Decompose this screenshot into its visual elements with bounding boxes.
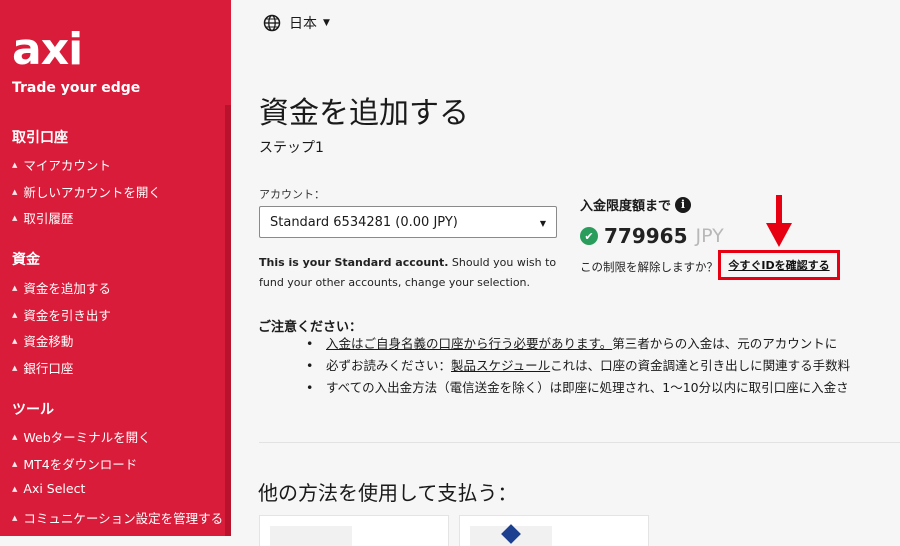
list-item: • 入金はご自身名義の口座から行う必要があります。 第三者からの入金は、元のアカウ… — [306, 333, 850, 355]
deposit-limit-amount: ✔ 779965 JPY — [580, 224, 724, 248]
bullet-icon: • — [306, 358, 314, 373]
sidebar-item-axi-select[interactable]: ▲ Axi Select — [12, 481, 85, 496]
product-schedule-link[interactable]: 製品スケジュール — [451, 355, 550, 377]
notice-text: すべての入出金方法（電信送金を除く）は即座に処理され、1〜10分以内に取引口座に… — [326, 380, 849, 395]
sidebar: axi Trade your edge 取引口座 ▲ マイアカウント ▲ 新しいアカ… — [0, 0, 231, 536]
other-methods-title: 他の方法を使用して支払う： — [258, 481, 518, 505]
sidebar-item-bank-accounts[interactable]: ▲ 銀行口座 — [12, 358, 73, 377]
sidebar-item-withdraw-funds[interactable]: ▲ 資金を引き出す — [12, 305, 111, 324]
sidebar-item-download-mt4[interactable]: ▲ MT4をダウンロード — [12, 454, 137, 473]
triangle-icon: ▲ — [12, 336, 18, 345]
triangle-icon: ▲ — [12, 363, 18, 372]
triangle-icon: ▲ — [12, 187, 18, 196]
deposit-limit-value: 779965 — [604, 224, 688, 248]
sidebar-item-label: 資金移動 — [23, 334, 74, 349]
sidebar-item-web-terminal[interactable]: ▲ Webターミナルを開く — [12, 427, 151, 446]
sidebar-item-communication-settings[interactable]: ▲ コミュニケーション設定を管理する — [12, 508, 223, 527]
language-label: 日本 — [289, 16, 317, 32]
caret-down-icon: ▼ — [323, 18, 330, 28]
step-indicator: ステップ1 — [259, 140, 324, 156]
notice-prefix: 必ずお読みください： — [326, 358, 452, 373]
logo-wordmark: axi — [12, 24, 83, 75]
own-account-link[interactable]: 入金はご自身名義の口座から行う必要があります。 — [326, 333, 612, 355]
deposit-limit-label: 入金限度額まで — [580, 199, 672, 214]
deposit-limit-currency: JPY — [695, 225, 724, 247]
bullet-icon: • — [306, 380, 314, 395]
triangle-icon: ▲ — [12, 513, 18, 522]
sidebar-item-label: 資金を追加する — [23, 281, 111, 296]
remove-limit-question: この制限を解除しますか？ — [580, 260, 718, 274]
triangle-icon: ▲ — [12, 160, 18, 169]
sidebar-item-label: Axi Select — [23, 481, 86, 496]
notice-text: 第三者からの入金は、元のアカウントに — [612, 336, 838, 351]
sidebar-item-label: 銀行口座 — [23, 361, 74, 376]
nav-heading-accounts: 取引口座 — [12, 130, 68, 146]
sidebar-item-label: MT4をダウンロード — [23, 457, 138, 472]
globe-icon — [263, 14, 281, 32]
language-selector[interactable]: 日本 ▼ — [263, 13, 330, 33]
sidebar-item-label: コミュニケーション設定を管理する — [23, 511, 224, 526]
notice-text: これは、口座の資金調達と引き出しに関連する手数料 — [550, 358, 851, 373]
check-circle-icon: ✔ — [580, 227, 598, 245]
section-divider — [259, 442, 900, 443]
sidebar-item-my-account[interactable]: ▲ マイアカウント — [12, 155, 111, 174]
payment-method-card[interactable] — [459, 515, 649, 546]
verify-id-highlight: 今すぐIDを確認する — [718, 250, 840, 280]
sidebar-item-trade-history[interactable]: ▲ 取引履歴 — [12, 208, 73, 227]
red-arrow-annotation-icon — [766, 195, 792, 247]
triangle-icon: ▲ — [12, 459, 18, 468]
nav-heading-funds: 資金 — [12, 252, 40, 268]
sidebar-item-add-funds[interactable]: ▲ 資金を追加する — [12, 278, 111, 297]
triangle-icon: ▲ — [12, 432, 18, 441]
info-icon[interactable]: i — [675, 196, 692, 213]
triangle-icon: ▲ — [12, 484, 18, 493]
notice-list: • 入金はご自身名義の口座から行う必要があります。 第三者からの入金は、元のアカウ… — [306, 333, 850, 399]
payment-method-card[interactable] — [259, 515, 449, 546]
triangle-icon: ▲ — [12, 310, 18, 319]
account-select[interactable]: Standard 6534281 (0.00 JPY) ▼ — [259, 206, 557, 238]
sidebar-item-transfer-funds[interactable]: ▲ 資金移動 — [12, 331, 73, 350]
payment-logo-placeholder — [270, 526, 352, 546]
sidebar-item-label: マイアカウント — [23, 158, 111, 173]
deposit-limit-title: 入金限度額まで i — [580, 195, 692, 214]
caret-down-icon: ▼ — [539, 219, 546, 228]
main-content: 日本 ▼ 資金を追加する ステップ1 アカウント： Standard 65342… — [231, 0, 900, 546]
logo-tagline: Trade your edge — [12, 80, 141, 96]
page-title: 資金を追加する — [259, 96, 469, 131]
sidebar-item-label: 取引履歴 — [23, 211, 74, 226]
verify-id-link[interactable]: 今すぐIDを確認する — [728, 257, 829, 273]
account-label: アカウント： — [259, 188, 325, 201]
triangle-icon: ▲ — [12, 213, 18, 222]
nav-heading-tools: ツール — [12, 402, 54, 418]
account-select-value: Standard 6534281 (0.00 JPY) — [270, 214, 458, 230]
sidebar-item-label: Webターミナルを開く — [23, 430, 151, 445]
account-note-bold: This is your Standard account. — [259, 256, 449, 269]
account-note: This is your Standard account. Should yo… — [259, 253, 559, 293]
sidebar-item-label: 資金を引き出す — [23, 308, 111, 323]
sidebar-item-label: 新しいアカウントを開く — [23, 185, 161, 200]
list-item: • すべての入出金方法（電信送金を除く）は即座に処理され、1〜10分以内に取引口座… — [306, 377, 850, 399]
triangle-icon: ▲ — [12, 283, 18, 292]
bullet-icon: • — [306, 336, 314, 351]
sidebar-item-open-account[interactable]: ▲ 新しいアカウントを開く — [12, 182, 161, 201]
axi-logo[interactable]: axi — [12, 28, 83, 72]
list-item: • 必ずお読みください： 製品スケジュール これは、口座の資金調達と引き出しに関連す… — [306, 355, 850, 377]
